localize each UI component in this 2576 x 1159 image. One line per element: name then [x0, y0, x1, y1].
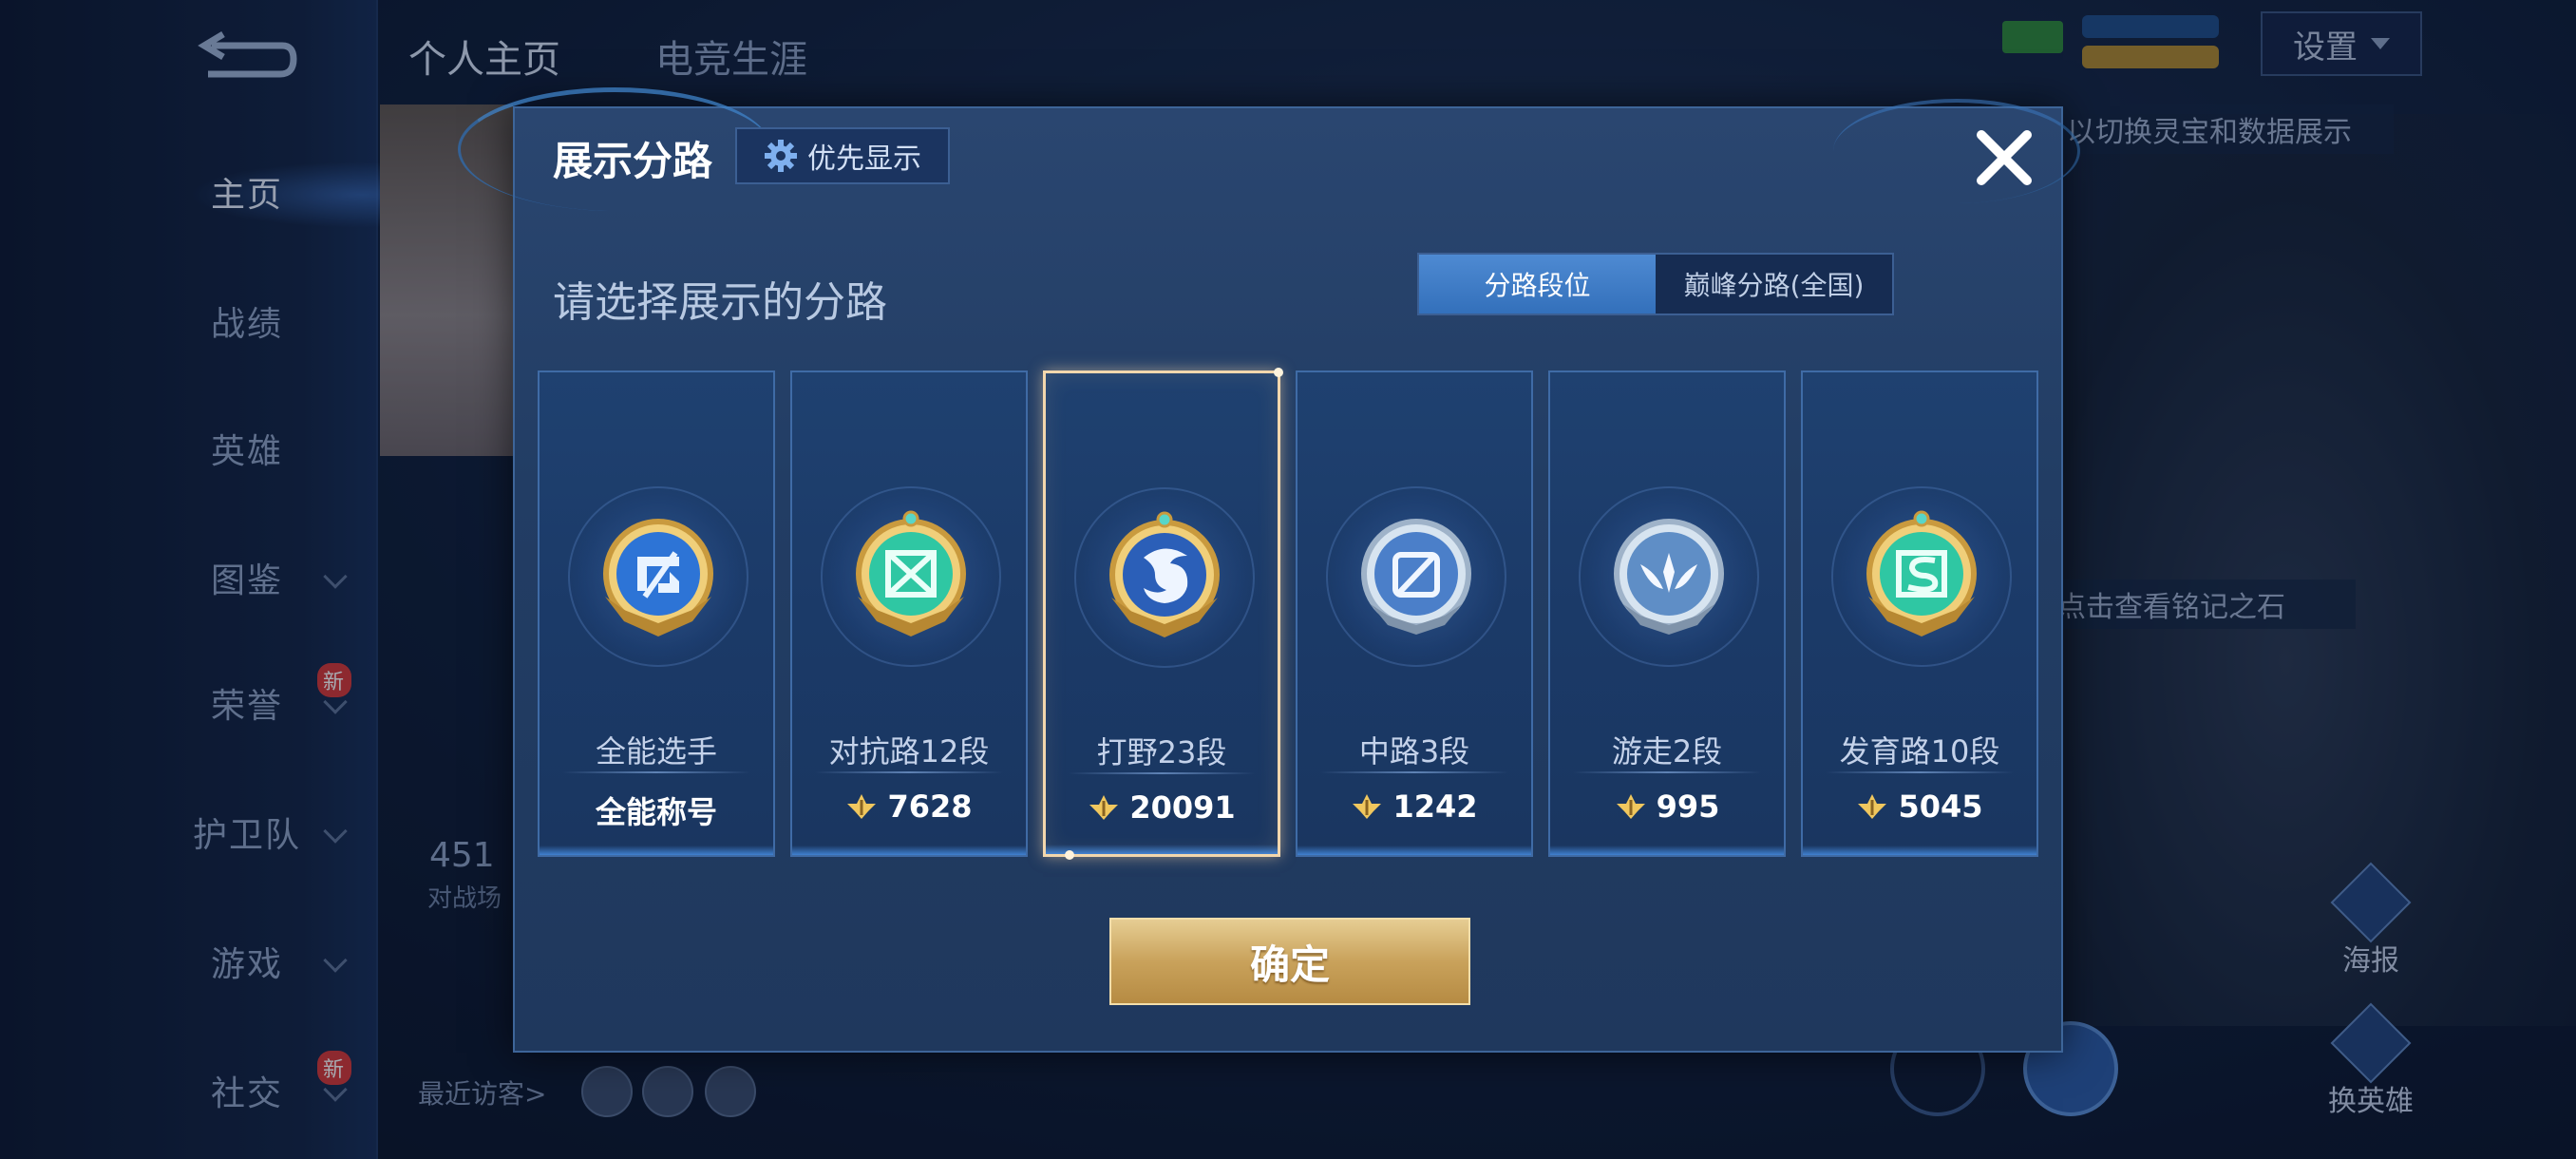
lane-score-value: 20091 [1129, 789, 1236, 826]
lane-card[interactable]: 全能选手 全能称号 [538, 370, 775, 857]
lane-score-value: 995 [1656, 788, 1720, 825]
card-divider [1826, 771, 2014, 773]
section-label: 请选择展示的分路 [553, 278, 887, 327]
card-divider [815, 771, 1003, 773]
lane-card-list: 全能选手全能称号 对抗路12段 7628 打野23段 20091 中路3段 12… [538, 368, 2038, 860]
priority-display-button[interactable]: 优先显示 [735, 127, 950, 184]
farm-lane-emblem-icon [1866, 510, 1977, 636]
rank-points-icon [1616, 794, 1645, 819]
rank-points-icon [847, 794, 877, 819]
card-bottom-glow [1046, 845, 1278, 854]
card-bottom-glow [540, 846, 773, 855]
card-divider [1320, 771, 1508, 773]
gear-icon [765, 140, 797, 172]
clash-lane-emblem-icon [856, 510, 966, 636]
close-icon [1977, 130, 2032, 185]
dialog-title: 展示分路 [553, 138, 713, 184]
confirm-button[interactable]: 确定 [1109, 918, 1470, 1005]
card-bottom-glow [1297, 846, 1531, 855]
lane-score: 全能称号 [540, 788, 773, 832]
priority-display-label: 优先显示 [807, 142, 921, 176]
lane-card[interactable]: 对抗路12段 7628 [790, 370, 1028, 857]
lane-rank-label: 游走2段 [1611, 733, 1723, 770]
rank-points-icon [1353, 794, 1382, 819]
lane-card[interactable]: 中路3段 1242 [1296, 370, 1533, 857]
lane-rank-label: 对抗路12段 [828, 733, 990, 770]
lane-score-value: 5045 [1898, 788, 1983, 825]
roam-wing-emblem-icon [1614, 519, 1724, 635]
card-divider [1573, 771, 1761, 773]
lane-rank-label: 全能选手 [595, 733, 717, 770]
jungle-dragon-emblem-icon [1109, 511, 1220, 637]
card-divider [562, 771, 750, 773]
lane-score: 1242 [1297, 788, 1531, 825]
lane-card[interactable]: 打野23段 20091 [1043, 368, 1283, 860]
rank-points-icon [1858, 794, 1887, 819]
mid-lane-emblem-icon [1361, 519, 1471, 635]
decorative-swirl [1833, 99, 2080, 203]
lane-score: 5045 [1803, 788, 2036, 825]
lane-score-value: 全能称号 [595, 794, 717, 830]
card-bottom-glow [792, 846, 1026, 855]
selection-corner-dot [1274, 368, 1283, 377]
lane-card[interactable]: 发育路10段 5045 [1801, 370, 2038, 857]
lane-rank-label: 发育路10段 [1839, 733, 2000, 770]
card-divider [1069, 772, 1255, 774]
lane-rank-label: 中路3段 [1358, 733, 1470, 770]
lane-score: 7628 [792, 788, 1026, 825]
lane-mode-toggle: 分路段位 巅峰分路(全国) [1417, 253, 1894, 315]
lane-score: 995 [1550, 788, 1784, 825]
selection-corner-dot [1065, 850, 1074, 860]
card-bottom-glow [1550, 846, 1784, 855]
lane-display-dialog: 展示分路 优先显示 请选择展示的分路 分路段位 巅峰分路(全国) 全能选手 全能… [458, 87, 2080, 1053]
rank-points-icon [1089, 795, 1119, 820]
all-round-emblem-icon [603, 519, 713, 636]
lane-score: 20091 [1046, 789, 1278, 826]
toggle-peak-lane-national[interactable]: 巅峰分路(全国) [1656, 255, 1892, 314]
lane-score-value: 7628 [887, 788, 973, 825]
lane-card[interactable]: 游走2段 995 [1548, 370, 1786, 857]
toggle-lane-rank[interactable]: 分路段位 [1419, 255, 1656, 314]
lane-score-value: 1242 [1392, 788, 1478, 825]
card-bottom-glow [1803, 846, 2036, 855]
close-button[interactable] [1966, 120, 2042, 196]
lane-rank-label: 打野23段 [1096, 734, 1227, 770]
